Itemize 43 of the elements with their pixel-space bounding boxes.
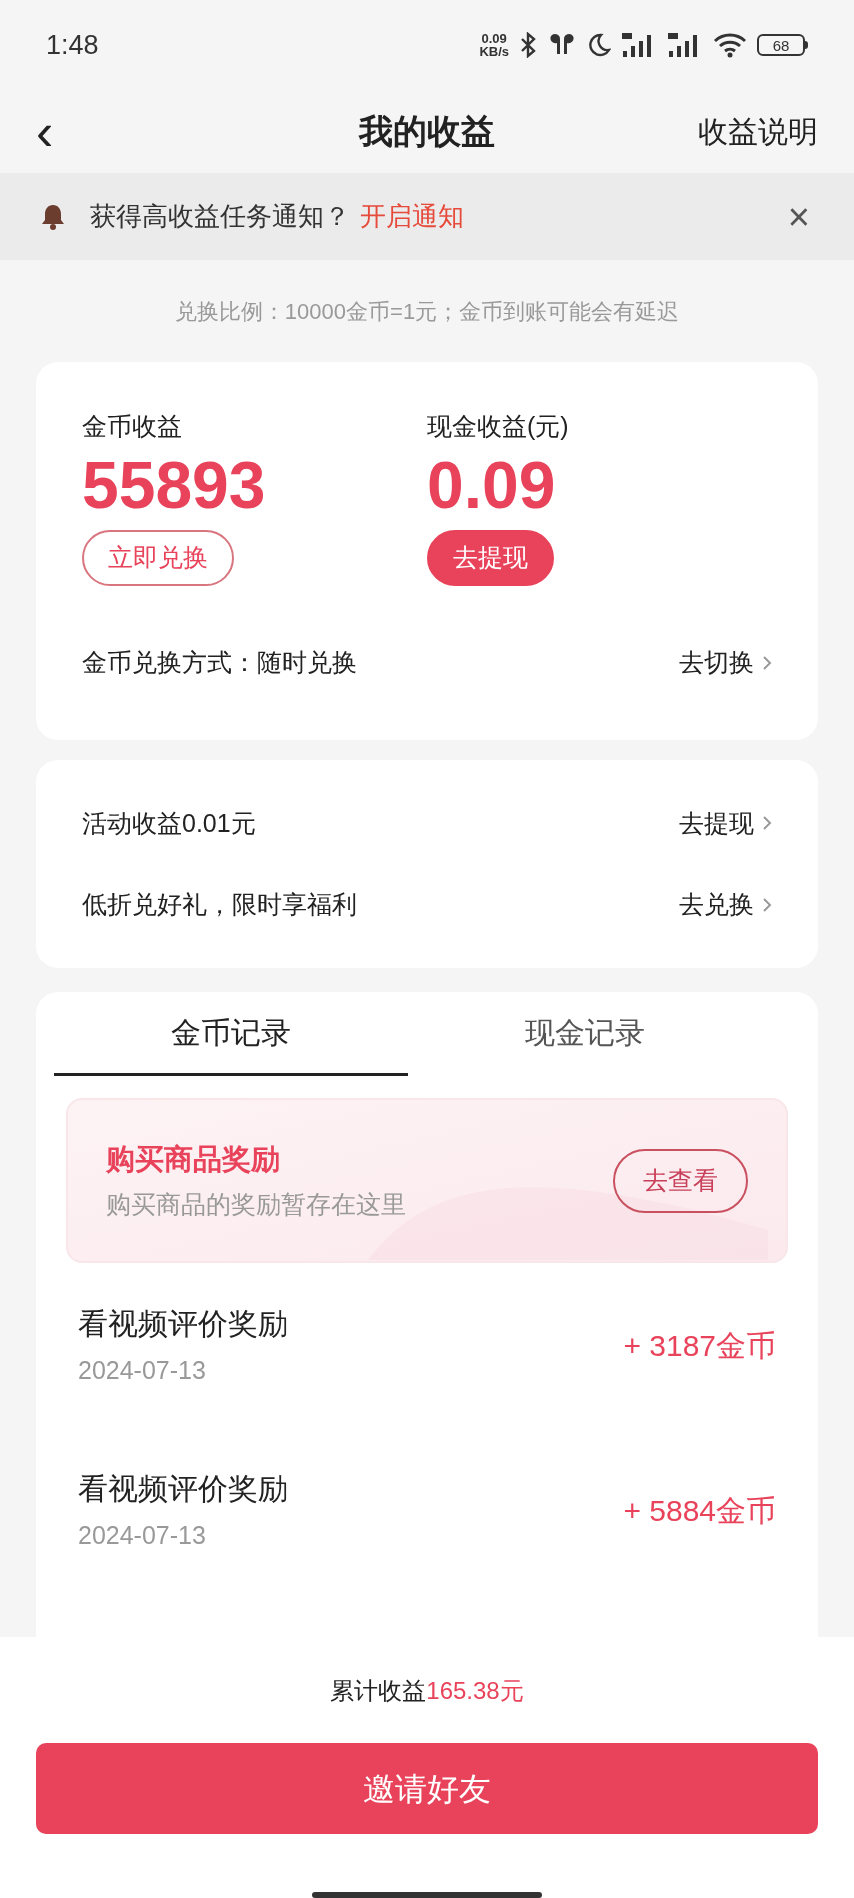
promo-title: 购买商品奖励 xyxy=(106,1142,281,1177)
record-date: 2024-07-13 xyxy=(78,1355,207,1387)
close-button[interactable]: × xyxy=(787,197,810,236)
exchange-mode-label: 金币兑换方式：随时兑换 xyxy=(82,647,357,678)
moon-icon xyxy=(587,32,611,58)
page-title: 我的收益 xyxy=(359,111,495,152)
notice-text: 获得高收益任务通知？ xyxy=(90,200,350,233)
record-amount: + 5884金币 xyxy=(623,1493,776,1529)
network-speed-unit: KB/s xyxy=(479,45,509,58)
earnings-info-link[interactable]: 收益说明 xyxy=(698,109,818,154)
view-button[interactable]: 去查看 xyxy=(613,1148,748,1213)
exchange-ratio-note: 兑换比例：10000金币=1元；金币到账可能会有延迟 xyxy=(174,297,680,326)
balance-label: 现金收益(元) xyxy=(427,411,569,442)
record-amount: + 3187金币 xyxy=(623,1328,776,1364)
record-date: 2024-07-13 xyxy=(78,1520,207,1552)
records-tab[interactable]: 现金记录 xyxy=(408,992,762,1076)
back-button[interactable]: ‹ xyxy=(36,105,54,158)
promo-subtitle: 购买商品的奖励暂存在这里 xyxy=(106,1188,406,1220)
balance-action-button[interactable]: 立即兑换 xyxy=(82,529,234,586)
switch-link[interactable]: 去切换 xyxy=(679,644,754,682)
balance-action-button[interactable]: 去提现 xyxy=(427,529,554,586)
chevron-right-icon xyxy=(762,815,772,832)
network-speed: 0.09 xyxy=(481,32,507,45)
record-title: 看视频评价奖励 xyxy=(78,1306,288,1343)
total-earnings-label: 累计收益 xyxy=(330,1676,427,1706)
bluetooth-icon xyxy=(519,32,537,58)
balance-value: 55893 xyxy=(82,446,266,524)
balance-value: 0.09 xyxy=(427,446,556,524)
activity-action-link[interactable]: 去提现 xyxy=(679,804,754,842)
balance-label: 金币收益 xyxy=(82,411,182,442)
total-earnings-value: 165.38元 xyxy=(426,1676,524,1706)
chevron-right-icon xyxy=(762,654,772,671)
activity-action-link[interactable]: 去兑换 xyxy=(679,886,754,924)
status-time: 1:48 xyxy=(46,28,99,62)
records-tab[interactable]: 金币记录 xyxy=(54,992,408,1076)
activity-label: 低折兑好礼，限时享福利 xyxy=(82,889,357,920)
wifi-icon xyxy=(713,32,747,58)
activity-label: 活动收益0.01元 xyxy=(82,807,256,839)
battery-icon: 68 xyxy=(757,34,808,56)
record-title: 看视频评价奖励 xyxy=(78,1471,288,1508)
bell-icon xyxy=(40,202,66,231)
invite-friends-button[interactable]: 邀请好友 xyxy=(36,1743,818,1835)
chevron-right-icon xyxy=(762,896,772,913)
